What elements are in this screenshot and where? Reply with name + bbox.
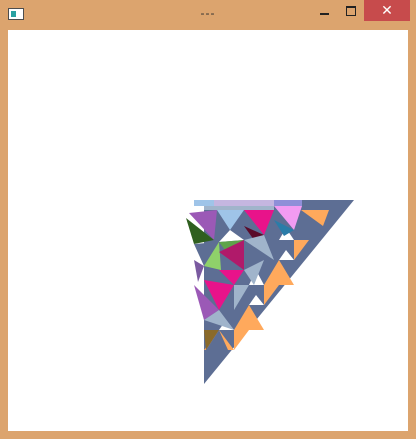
tile xyxy=(204,206,274,210)
minimize-button[interactable] xyxy=(311,0,337,21)
tile xyxy=(214,200,274,206)
maximize-button[interactable] xyxy=(337,0,364,21)
app-window: --- ✕ xyxy=(0,0,416,439)
triangle-mosaic-canvas[interactable] xyxy=(8,30,408,431)
render-canvas-area[interactable] xyxy=(8,30,408,431)
close-button[interactable]: ✕ xyxy=(364,0,410,21)
close-icon: ✕ xyxy=(381,2,393,19)
app-icon[interactable] xyxy=(8,8,24,20)
tile xyxy=(274,200,302,206)
tile xyxy=(234,330,249,350)
title-bar[interactable]: --- ✕ xyxy=(0,0,416,30)
tile xyxy=(194,200,214,206)
maximize-icon xyxy=(345,5,356,16)
tile xyxy=(264,285,279,305)
window-title: --- xyxy=(200,6,216,20)
minimize-icon xyxy=(319,12,329,15)
tile xyxy=(194,260,204,282)
